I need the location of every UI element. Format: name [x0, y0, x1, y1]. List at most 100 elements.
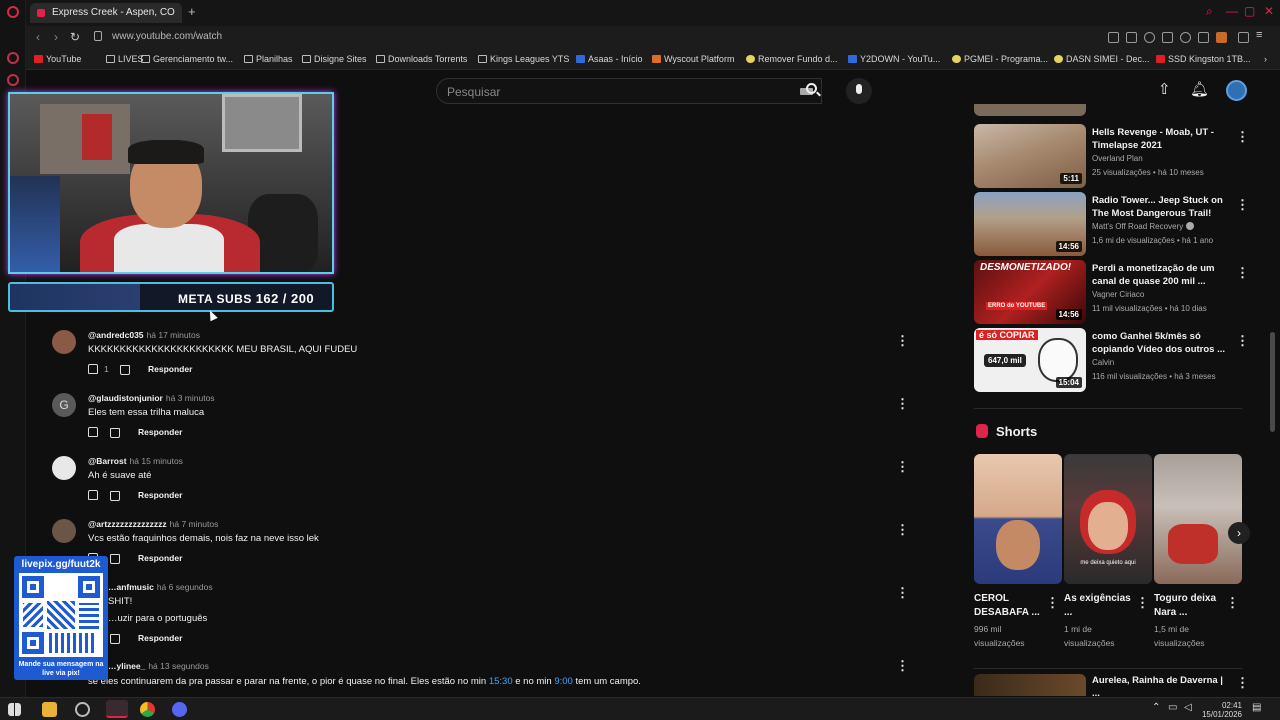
account-avatar[interactable]: [1226, 80, 1247, 101]
avatar[interactable]: [52, 330, 76, 354]
notifications-icon[interactable]: 🔔︎: [1190, 80, 1209, 98]
video-thumbnail[interactable]: [974, 674, 1086, 696]
video-thumbnail[interactable]: 5:11: [974, 124, 1086, 188]
comment-menu-icon[interactable]: [896, 658, 909, 674]
video-title[interactable]: como Ganhei 5k/mês só copiando Vídeo dos…: [1092, 330, 1226, 356]
dislike-icon[interactable]: [110, 491, 120, 501]
bookmark-item[interactable]: Remover Fundo d...: [746, 54, 838, 64]
short-thumbnail[interactable]: [1154, 454, 1242, 584]
comment-author[interactable]: @andredc035: [88, 330, 144, 340]
obs-icon[interactable]: [75, 702, 90, 717]
like-icon[interactable]: [88, 427, 98, 437]
comment-author[interactable]: @glaudistonjunior: [88, 393, 163, 403]
comment-author[interactable]: @artzzzzzzzzzzzzzz: [88, 519, 167, 529]
opera-logo-icon[interactable]: [7, 6, 19, 18]
comment-time[interactable]: há 17 minutos: [147, 330, 200, 340]
channel-name[interactable]: Calvin: [1092, 358, 1114, 367]
timestamp-link[interactable]: 9:00: [554, 676, 573, 687]
reply-button[interactable]: Responder: [138, 490, 182, 500]
tab-active[interactable]: Express Creek - Aspen, CO: [30, 3, 182, 23]
upload-icon[interactable]: ⇧: [1158, 80, 1171, 98]
short-item[interactable]: me deixa quieto aqui As exigências ... 1…: [1064, 454, 1152, 654]
volume-icon[interactable]: ◁: [1184, 703, 1192, 713]
like-icon[interactable]: [88, 490, 98, 500]
timestamp-link[interactable]: 15:30: [489, 676, 513, 687]
bookmark-item[interactable]: Kings Leagues YTS: [478, 54, 569, 64]
heart-icon[interactable]: [1180, 32, 1191, 43]
recommended-video[interactable]: DESMONETIZADO! ERRO do YOUTUBE 14:56 Per…: [974, 260, 1254, 326]
comment-time[interactable]: há 7 minutos: [170, 519, 219, 529]
dislike-icon[interactable]: [110, 554, 120, 564]
comment-time[interactable]: há 3 minutos: [166, 393, 215, 403]
channel-name[interactable]: Matt's Off Road Recovery: [1092, 222, 1195, 231]
short-item[interactable]: Toguro deixa Nara ... 1,5 mi de visualiz…: [1154, 454, 1242, 654]
short-menu-icon[interactable]: [1226, 594, 1239, 612]
avatar[interactable]: [52, 456, 76, 480]
shield-icon[interactable]: [1144, 32, 1155, 43]
play-icon[interactable]: [1162, 32, 1173, 43]
forward-icon[interactable]: ›: [54, 30, 58, 44]
back-icon[interactable]: ‹: [36, 30, 40, 44]
tray-expand-icon[interactable]: ⌃: [1152, 703, 1160, 713]
short-thumbnail[interactable]: me deixa quieto aqui: [1064, 454, 1152, 584]
bookmark-item[interactable]: Downloads Torrents: [376, 54, 467, 64]
video-thumbnail[interactable]: DESMONETIZADO! ERRO do YOUTUBE 14:56: [974, 260, 1086, 324]
bookmark-item[interactable]: DASN SIMEI - Dec...: [1054, 54, 1150, 64]
windows-start-icon[interactable]: [8, 703, 21, 716]
reply-button[interactable]: Responder: [138, 427, 182, 437]
network-icon[interactable]: ▭: [1168, 703, 1177, 713]
video-title[interactable]: Hells Revenge - Moab, UT - Timelapse 202…: [1092, 126, 1226, 152]
reply-button[interactable]: Responder: [138, 633, 182, 643]
voice-search-icon[interactable]: [846, 78, 872, 104]
video-thumbnail[interactable]: [974, 104, 1086, 116]
dislike-icon[interactable]: [110, 428, 120, 438]
short-menu-icon[interactable]: [1136, 594, 1149, 612]
search-icon[interactable]: ⌕: [1206, 4, 1213, 19]
shorts-next-button[interactable]: ›: [1228, 522, 1250, 544]
sidebar-app-icon[interactable]: [7, 52, 19, 64]
sidebar-app-icon[interactable]: [7, 74, 19, 86]
opera-taskbar-icon[interactable]: [106, 700, 128, 718]
clock[interactable]: 02:41 15/01/2026: [1198, 701, 1242, 719]
comment-menu-icon[interactable]: [896, 396, 909, 412]
bookmark-item[interactable]: Planilhas: [244, 54, 293, 64]
puzzle-icon[interactable]: [1198, 32, 1209, 43]
minimize-icon[interactable]: —: [1226, 4, 1238, 18]
bookmark-item[interactable]: Disigne Sites: [302, 54, 367, 64]
more-bookmarks-icon[interactable]: ›: [1264, 54, 1267, 64]
comment-author[interactable]: @Barrost: [88, 456, 127, 466]
chrome-icon[interactable]: [140, 702, 155, 717]
channel-name[interactable]: Vagner Ciriaco: [1092, 290, 1144, 299]
video-menu-icon[interactable]: [1236, 196, 1249, 214]
video-title[interactable]: Radio Tower... Jeep Stuck on The Most Da…: [1092, 194, 1226, 220]
recommended-video[interactable]: 14:56 Radio Tower... Jeep Stuck on The M…: [974, 192, 1254, 258]
short-item[interactable]: CEROL DESABAFA ... 996 mil visualizações: [974, 454, 1062, 654]
bookmark-item[interactable]: Wyscout Platform: [652, 54, 734, 64]
video-thumbnail[interactable]: é só COPIAR 647,0 mil 15:04: [974, 328, 1086, 392]
dislike-icon[interactable]: [110, 634, 120, 644]
avatar[interactable]: G: [52, 393, 76, 417]
extension-icon[interactable]: [1126, 32, 1137, 43]
notification-center-icon[interactable]: ▤: [1252, 703, 1261, 713]
discord-icon[interactable]: [172, 702, 187, 717]
video-thumbnail[interactable]: 14:56: [974, 192, 1086, 256]
maximize-icon[interactable]: ▢: [1244, 4, 1255, 18]
comment-author[interactable]: …ylinee_: [108, 661, 145, 671]
bookmark-item[interactable]: LIVES: [106, 54, 144, 64]
dislike-icon[interactable]: [120, 365, 130, 375]
bookmark-item[interactable]: SSD Kingston 1TB...: [1156, 54, 1251, 64]
search-input[interactable]: Pesquisar: [436, 78, 822, 104]
new-tab-button[interactable]: +: [188, 4, 196, 19]
recommended-video[interactable]: é só COPIAR 647,0 mil 15:04 como Ganhei …: [974, 328, 1254, 394]
recommended-video-partial[interactable]: [974, 104, 1254, 118]
comment-menu-icon[interactable]: [896, 459, 909, 475]
short-thumbnail[interactable]: [974, 454, 1062, 584]
comment-menu-icon[interactable]: [896, 585, 909, 601]
video-menu-icon[interactable]: [1236, 264, 1249, 282]
bookmark-item[interactable]: PGMEI - Programa...: [952, 54, 1048, 64]
url-field[interactable]: www.youtube.com/watch: [112, 31, 222, 42]
close-icon[interactable]: ✕: [1264, 4, 1274, 18]
download-icon[interactable]: [1238, 32, 1249, 43]
avatar[interactable]: [52, 519, 76, 543]
recommended-video[interactable]: Aurelea, Rainha de Daverna | ...: [974, 674, 1254, 699]
